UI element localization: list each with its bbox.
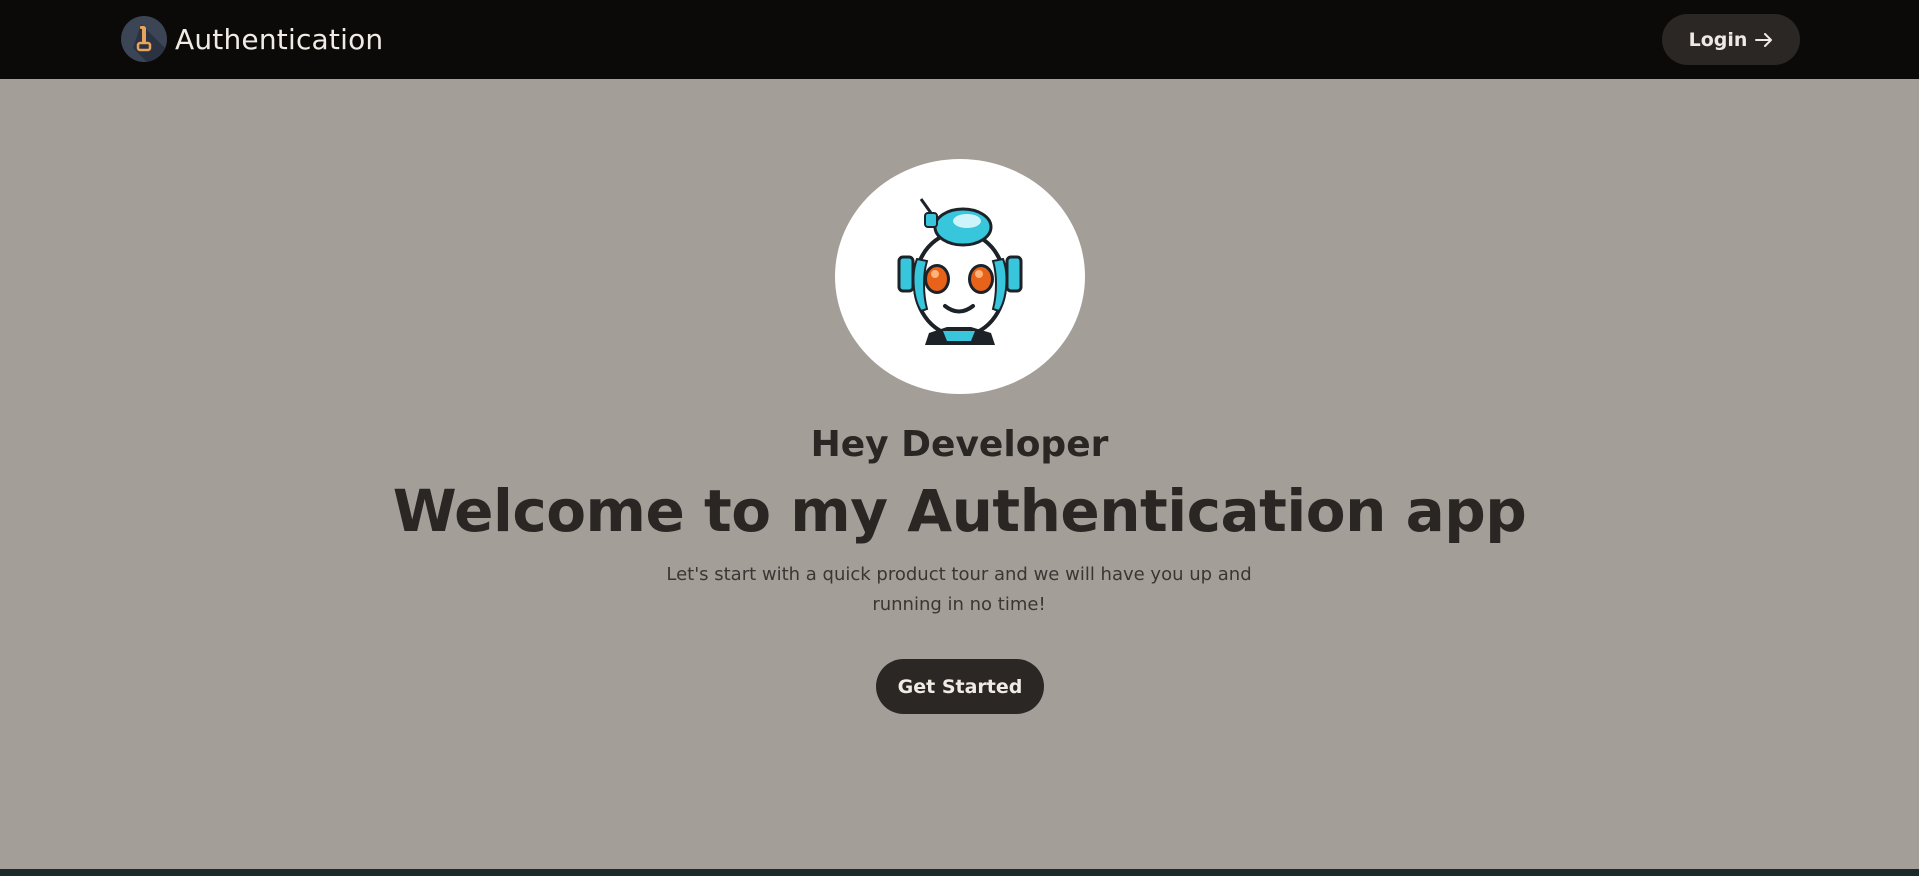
arrow-right-icon [1755, 30, 1773, 50]
logo-icon [121, 16, 167, 62]
login-button[interactable]: Login [1662, 14, 1800, 65]
page-title: Welcome to my Authentication app [392, 477, 1527, 545]
greeting: Hey Developer [810, 424, 1109, 465]
brand-title: Authentication [175, 22, 384, 56]
login-button-label: Login [1688, 28, 1748, 51]
get-started-button[interactable]: Get Started [876, 659, 1044, 714]
bottom-strip [0, 869, 1919, 876]
hero-section: Hey Developer Welcome to my Authenticati… [0, 79, 1919, 869]
navbar: Authentication Login [0, 0, 1919, 79]
subtitle: Let's start with a quick product tour an… [666, 564, 1252, 615]
robot-avatar-icon [835, 159, 1085, 394]
brand[interactable]: Authentication [121, 15, 383, 63]
